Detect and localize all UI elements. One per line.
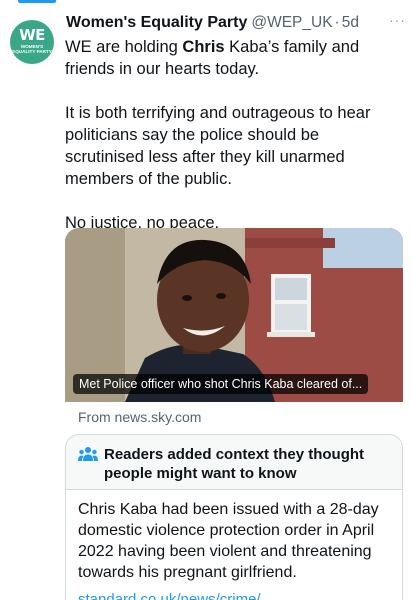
community-note-header: Readers added context they thought peopl… xyxy=(66,435,402,490)
header-separator: · xyxy=(334,14,340,31)
tweet-paragraph-2: It is both terrifying and outrageous to … xyxy=(65,104,371,188)
tweet-header: Women's Equality Party @WEP_UK · 5d xyxy=(66,12,402,34)
community-note-link[interactable]: standard.co.uk/news/crime/... xyxy=(78,591,273,600)
tweet-paragraph-1-start: WE are holding xyxy=(65,38,183,56)
tweet-text: WE are holding Chris Kaba’s family and f… xyxy=(65,36,400,256)
link-card-image[interactable]: Met Police officer who shot Chris Kaba c… xyxy=(65,228,403,402)
more-horizontal-icon[interactable]: ··· xyxy=(389,12,406,28)
community-note: Readers added context they thought peopl… xyxy=(65,434,403,600)
avatar[interactable]: WE WOMEN'S EQUALITY PARTY xyxy=(10,20,54,64)
people-group-icon xyxy=(78,447,98,461)
tweet-paragraph-1-highlight: Chris xyxy=(182,38,225,56)
community-note-body: Chris Kaba had been issued with a 28-day… xyxy=(78,501,379,581)
link-card-caption: Met Police officer who shot Chris Kaba c… xyxy=(73,374,369,394)
account-handle[interactable]: @WEP_UK xyxy=(251,14,332,32)
top-accent-bar xyxy=(18,0,56,3)
avatar-logo-subtext: WOMEN'S EQUALITY PARTY xyxy=(12,44,52,54)
tweet-paragraph-1: WE are holding Chris Kaba’s family and f… xyxy=(65,36,400,80)
account-name[interactable]: Women's Equality Party xyxy=(66,14,247,32)
link-source[interactable]: From news.sky.com xyxy=(78,409,201,425)
avatar-logo-text: WE xyxy=(19,26,45,44)
community-note-title: Readers added context they thought peopl… xyxy=(104,446,365,482)
tweet-time[interactable]: 5d xyxy=(342,14,359,32)
